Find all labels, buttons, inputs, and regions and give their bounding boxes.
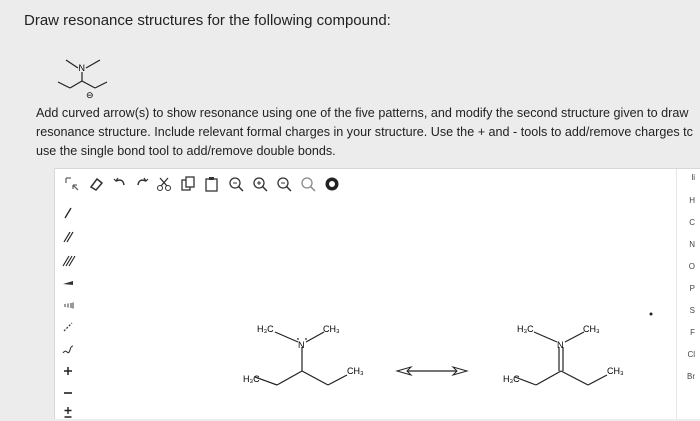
drawing-editor[interactable]: li H C N O P S F Cl Br H₃C CH₃ N CH₃ H₃C <box>54 168 700 419</box>
zoom-reset-icon[interactable] <box>299 175 317 193</box>
ch3-top-label: CH₃ <box>583 324 600 334</box>
negative-charge-label: ⊖ <box>86 91 94 100</box>
element-n[interactable]: N <box>689 240 695 249</box>
ch3-right-label: CH₃ <box>607 366 624 376</box>
help-icon[interactable] <box>323 175 341 193</box>
wedge-bond-icon[interactable] <box>60 275 76 291</box>
drawing-canvas[interactable]: H₃C CH₃ N CH₃ H₃C H₃C CH₃ N CH₃ H₃C <box>81 199 677 419</box>
h3c-left-label: H₃C <box>243 374 260 384</box>
canvas-dot <box>649 312 653 316</box>
n-atom-label: N <box>298 340 305 350</box>
h3c-top-label: H₃C <box>517 324 534 334</box>
zoom-out-icon[interactable] <box>275 175 293 193</box>
element-p[interactable]: P <box>690 284 695 293</box>
double-bond-icon[interactable] <box>60 229 76 245</box>
element-s[interactable]: S <box>690 306 695 315</box>
resonance-arrow <box>395 365 469 377</box>
single-bond-icon[interactable] <box>60 205 76 221</box>
minus-charge-icon[interactable] <box>60 385 76 401</box>
ch3-right-label: CH₃ <box>347 366 364 376</box>
redo-icon[interactable] <box>133 175 151 193</box>
structure-2[interactable]: H₃C CH₃ N CH₃ H₃C <box>503 324 624 386</box>
element-panel: li H C N O P S F Cl Br <box>676 169 700 419</box>
plus-minus-icon[interactable] <box>60 405 76 421</box>
copy-icon[interactable] <box>179 175 197 193</box>
zoom-in-plus-icon[interactable] <box>251 175 269 193</box>
cut-icon[interactable] <box>155 175 173 193</box>
undo-icon[interactable] <box>111 175 129 193</box>
editor-toolbar <box>55 169 700 199</box>
dash-bond-icon[interactable] <box>60 319 76 335</box>
n-atom-label: N <box>79 63 86 73</box>
instruction-line: use the single bond tool to add/remove d… <box>36 144 336 158</box>
structure-1[interactable]: H₃C CH₃ N CH₃ H₃C <box>243 324 364 386</box>
element-br[interactable]: Br <box>687 372 695 381</box>
ch3-top-label: CH₃ <box>323 324 340 334</box>
element-o[interactable]: O <box>689 262 695 271</box>
triple-bond-icon[interactable] <box>60 253 76 269</box>
bond-tools-panel <box>55 199 81 419</box>
element-cl[interactable]: Cl <box>687 350 695 359</box>
plus-charge-icon[interactable] <box>60 363 76 379</box>
eraser-icon[interactable] <box>87 175 105 193</box>
instruction-line: resonance structure. Include relevant fo… <box>36 125 693 139</box>
hash-bond-icon[interactable] <box>60 297 76 313</box>
instruction-line: Add curved arrow(s) to show resonance us… <box>36 106 689 120</box>
element-f[interactable]: F <box>690 328 695 337</box>
zoom-in-icon[interactable] <box>227 175 245 193</box>
top-molecule: N ⊖ <box>57 59 108 100</box>
h3c-left-label: H₃C <box>503 374 520 384</box>
select-icon[interactable] <box>63 175 81 193</box>
instructions: Add curved arrow(s) to show resonance us… <box>36 104 700 161</box>
element-li[interactable]: li <box>691 173 695 182</box>
question-title: Draw resonance structures for the follow… <box>24 12 391 29</box>
h3c-top-label: H₃C <box>257 324 274 334</box>
wavy-bond-icon[interactable] <box>60 341 76 357</box>
element-c[interactable]: C <box>689 218 695 227</box>
paste-icon[interactable] <box>203 175 221 193</box>
n-atom-label: N <box>557 340 564 350</box>
element-h[interactable]: H <box>689 196 695 205</box>
